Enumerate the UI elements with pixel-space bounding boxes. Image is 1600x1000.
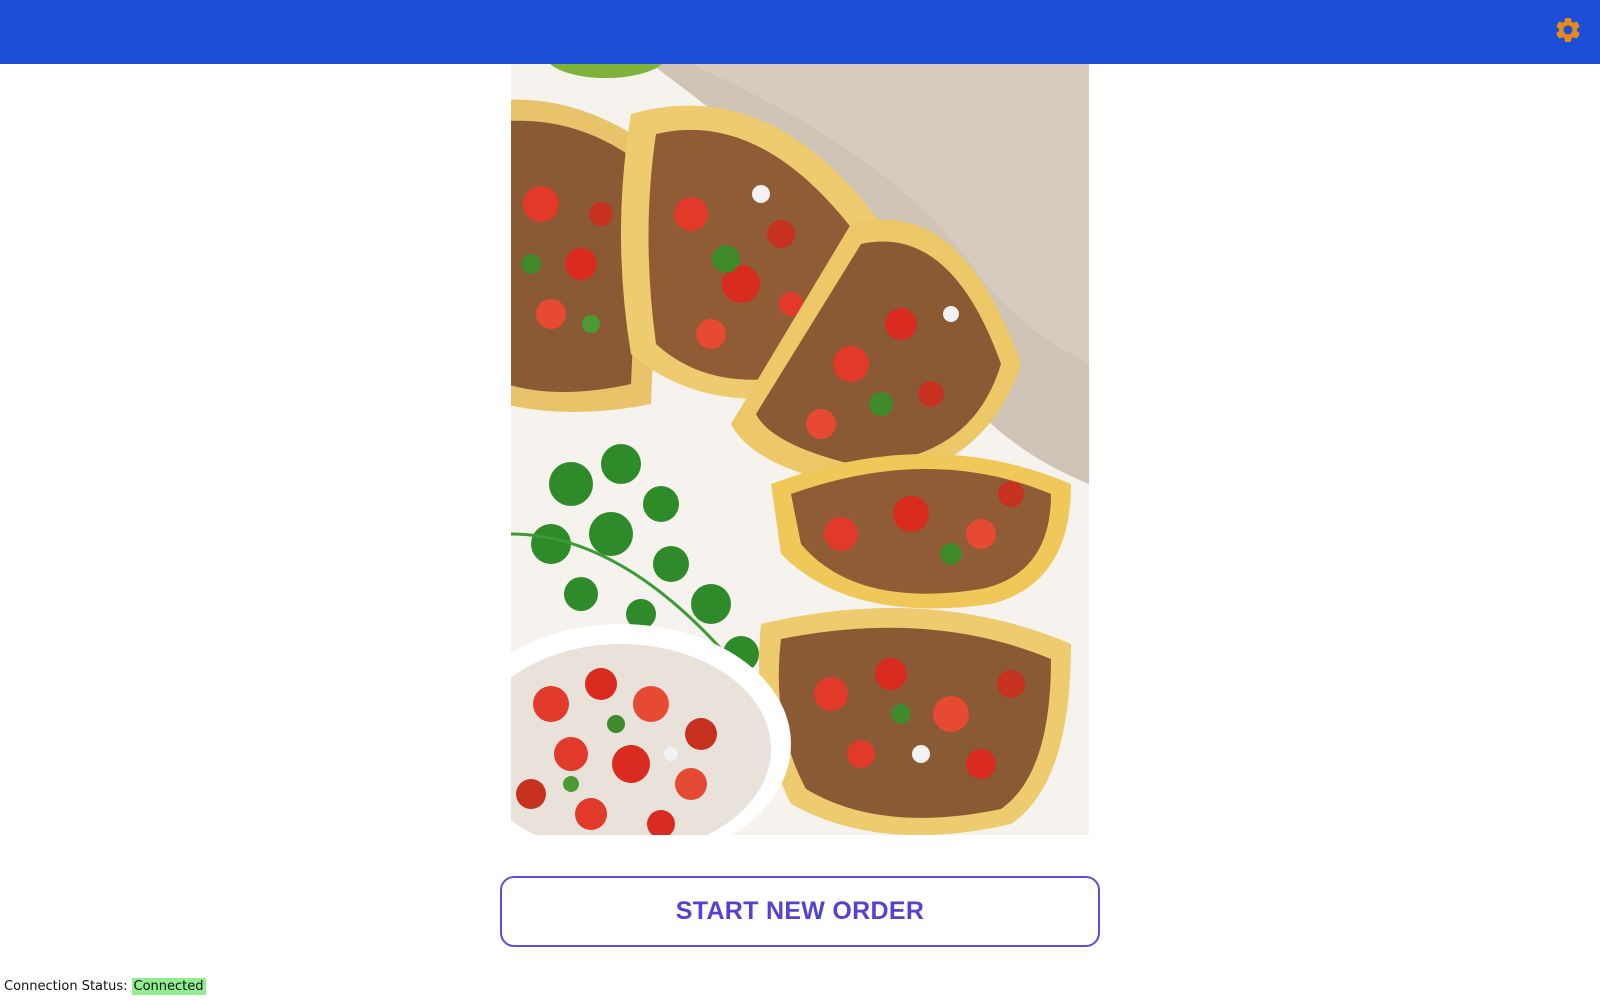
- connection-status: Connection Status: Connected: [4, 976, 206, 996]
- top-app-bar: [0, 0, 1600, 64]
- gear-icon: [1553, 15, 1583, 50]
- start-new-order-button[interactable]: START NEW ORDER: [500, 876, 1100, 947]
- hero-food-image: [511, 64, 1089, 835]
- connection-status-badge: Connected: [131, 977, 206, 995]
- connection-status-label: Connection Status:: [4, 978, 128, 994]
- settings-button[interactable]: [1552, 16, 1584, 48]
